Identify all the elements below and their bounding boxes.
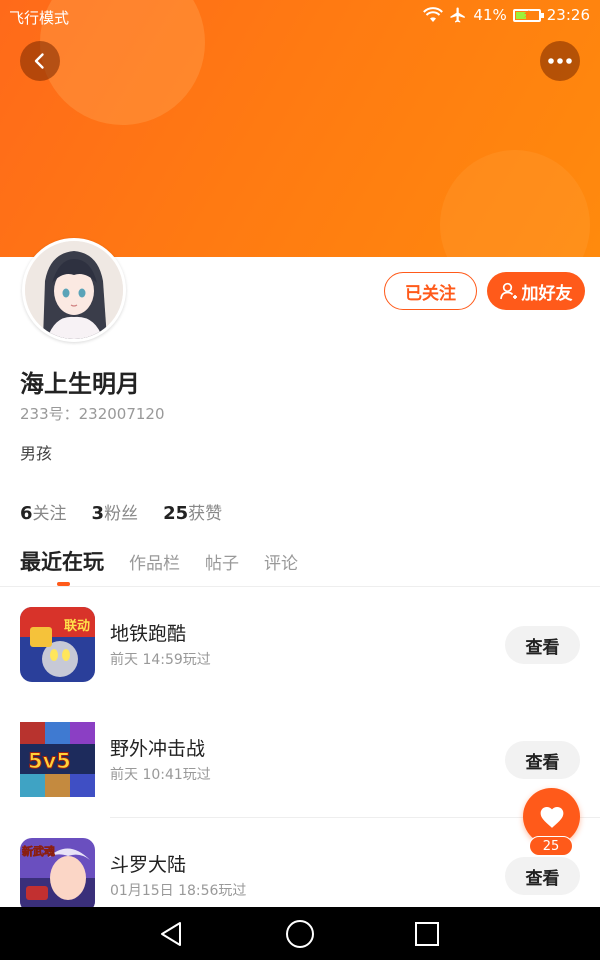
game-badge: 5v5 <box>28 749 71 773</box>
avatar[interactable] <box>22 238 126 342</box>
list-item[interactable]: 5v5 野外冲击战 前天 10:41玩过 查看 <box>0 722 600 822</box>
circle-home-icon <box>286 920 314 948</box>
game-played-time: 前天 14:59玩过 <box>110 652 211 668</box>
stats-row: 6关注 3粉丝 25获赞 <box>20 499 222 524</box>
more-button[interactable] <box>540 41 580 81</box>
game-badge: 联动 <box>64 619 90 634</box>
stat-followers-count: 3 <box>91 503 105 524</box>
stat-followers[interactable]: 3粉丝 <box>92 499 139 524</box>
nav-back-button[interactable] <box>155 917 189 951</box>
followed-button[interactable]: 已关注 <box>384 272 477 310</box>
game-played-time: 前天 10:41玩过 <box>110 767 211 783</box>
game-icon-douluo: 新武魂 <box>20 838 95 913</box>
stat-followers-label: 粉丝 <box>104 504 139 524</box>
tab-recently-played[interactable]: 最近在玩 <box>20 546 104 576</box>
like-count-badge: 25 <box>529 836 573 856</box>
game-name: 野外冲击战 <box>110 738 206 760</box>
nav-recents-button[interactable] <box>410 917 444 951</box>
game-icon-wild-clash: 5v5 <box>20 722 95 797</box>
view-button[interactable]: 查看 <box>505 741 580 779</box>
system-nav-bar <box>0 907 600 960</box>
avatar-illustration <box>25 241 123 339</box>
nav-home-button[interactable] <box>283 917 317 951</box>
add-friend-button[interactable]: 加好友 <box>487 272 585 310</box>
more-dots-icon <box>548 58 572 64</box>
profile-tabs: 最近在玩 作品栏 帖子 评论 <box>20 546 298 576</box>
game-name: 地铁跑酷 <box>110 623 187 645</box>
divider <box>0 586 600 587</box>
stat-likes-label: 获赞 <box>188 504 223 524</box>
list-item[interactable]: 联动 地铁跑酷 前天 14:59玩过 查看 <box>0 607 600 707</box>
battery-percent: 41% <box>473 6 507 24</box>
stat-likes-count: 25 <box>163 503 189 524</box>
user-name: 海上生明月 <box>20 370 140 398</box>
game-name: 斗罗大陆 <box>110 854 187 876</box>
stat-likes[interactable]: 25获赞 <box>163 499 222 524</box>
tab-posts[interactable]: 帖子 <box>205 549 239 574</box>
game-icon-subway-surfers: 联动 <box>20 607 95 682</box>
game-played-time: 01月15日 18:56玩过 <box>110 883 247 899</box>
chevron-left-icon <box>34 53 44 69</box>
banner-decoration <box>440 150 590 257</box>
back-button[interactable] <box>20 41 60 81</box>
tab-works[interactable]: 作品栏 <box>129 549 180 574</box>
add-friend-button-label: 加好友 <box>521 283 573 304</box>
triangle-back-icon <box>161 922 181 946</box>
square-recents-icon <box>415 922 439 946</box>
heart-icon <box>540 806 563 828</box>
tab-comments[interactable]: 评论 <box>264 549 298 574</box>
clock: 23:26 <box>546 6 590 24</box>
view-button[interactable]: 查看 <box>505 626 580 664</box>
profile-banner <box>0 0 600 257</box>
battery-icon: ⚡ <box>512 8 544 22</box>
add-user-icon <box>499 282 517 300</box>
stat-following-count: 6 <box>20 503 33 524</box>
game-badge: 新武魂 <box>22 844 55 858</box>
airplane-icon <box>450 7 466 23</box>
stat-following-label: 关注 <box>32 504 67 524</box>
view-button[interactable]: 查看 <box>505 857 580 895</box>
stat-following[interactable]: 6关注 <box>20 499 67 524</box>
user-id: 233号：232007120 <box>20 405 165 423</box>
followed-button-label: 已关注 <box>405 283 456 304</box>
user-bio: 男孩 <box>20 444 53 463</box>
status-bar: 飞行模式 41% ⚡ 23:26 <box>0 0 600 32</box>
airplane-mode-text: 飞行模式 <box>9 9 70 27</box>
wifi-icon <box>423 7 444 22</box>
